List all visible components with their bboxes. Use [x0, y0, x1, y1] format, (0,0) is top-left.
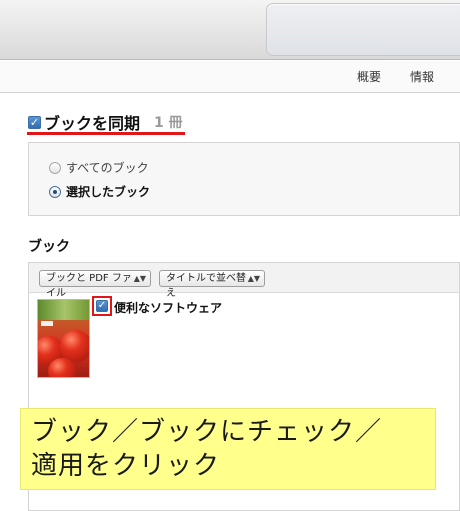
sort-order-select[interactable]: タイトルで並べ替え ▲▼: [159, 270, 265, 299]
instruction-callout: ブック／ブックにチェック／ 適用をクリック: [20, 408, 436, 490]
radio-button-selected[interactable]: [49, 185, 61, 198]
book-cover-thumbnail[interactable]: [37, 299, 90, 378]
radio-all-books[interactable]: すべてのブック: [49, 159, 149, 176]
book-type-select[interactable]: ブックと PDF ファイル ▲▼: [39, 270, 151, 299]
book-checkbox[interactable]: ✓: [96, 300, 108, 312]
top-toolbar: [0, 0, 460, 60]
radio-button[interactable]: [49, 161, 61, 174]
status-display-panel: [266, 3, 460, 56]
callout-line-2: 適用をクリック: [31, 451, 221, 481]
updown-arrow-icon: ▲▼: [133, 274, 146, 283]
highlight-underline: [27, 132, 185, 135]
book-checkbox-highlight: ✓: [92, 296, 112, 316]
radio-label-selected-books: 選択したブック: [66, 185, 151, 199]
sync-scope-box: すべてのブック 選択したブック: [28, 142, 460, 216]
sync-books-checkbox[interactable]: ✓: [28, 115, 41, 129]
book-type-select-value: ブックと PDF ファイル: [46, 273, 132, 299]
tab-info[interactable]: 情報: [410, 68, 434, 85]
radio-selected-books[interactable]: 選択したブック: [49, 183, 150, 200]
tab-strip: 概要 情報: [0, 61, 460, 93]
radio-label-all-books: すべてのブック: [66, 161, 149, 175]
callout-line-1: ブック／ブックにチェック／: [31, 417, 383, 447]
book-title: 便利なソフトウェア: [114, 301, 223, 315]
sync-books-label: ブックを同期: [44, 114, 141, 133]
sort-order-select-value: タイトルで並べ替え: [166, 273, 246, 299]
books-filter-bar: ブックと PDF ファイル ▲▼ タイトルで並べ替え ▲▼: [29, 263, 459, 299]
tab-summary[interactable]: 概要: [357, 68, 381, 85]
books-section-heading: ブック: [28, 239, 70, 255]
updown-arrow-icon: ▲▼: [247, 274, 260, 283]
book-count: 1 冊: [154, 115, 183, 131]
sync-books-row[interactable]: ✓ ブックを同期 1 冊: [28, 111, 183, 133]
